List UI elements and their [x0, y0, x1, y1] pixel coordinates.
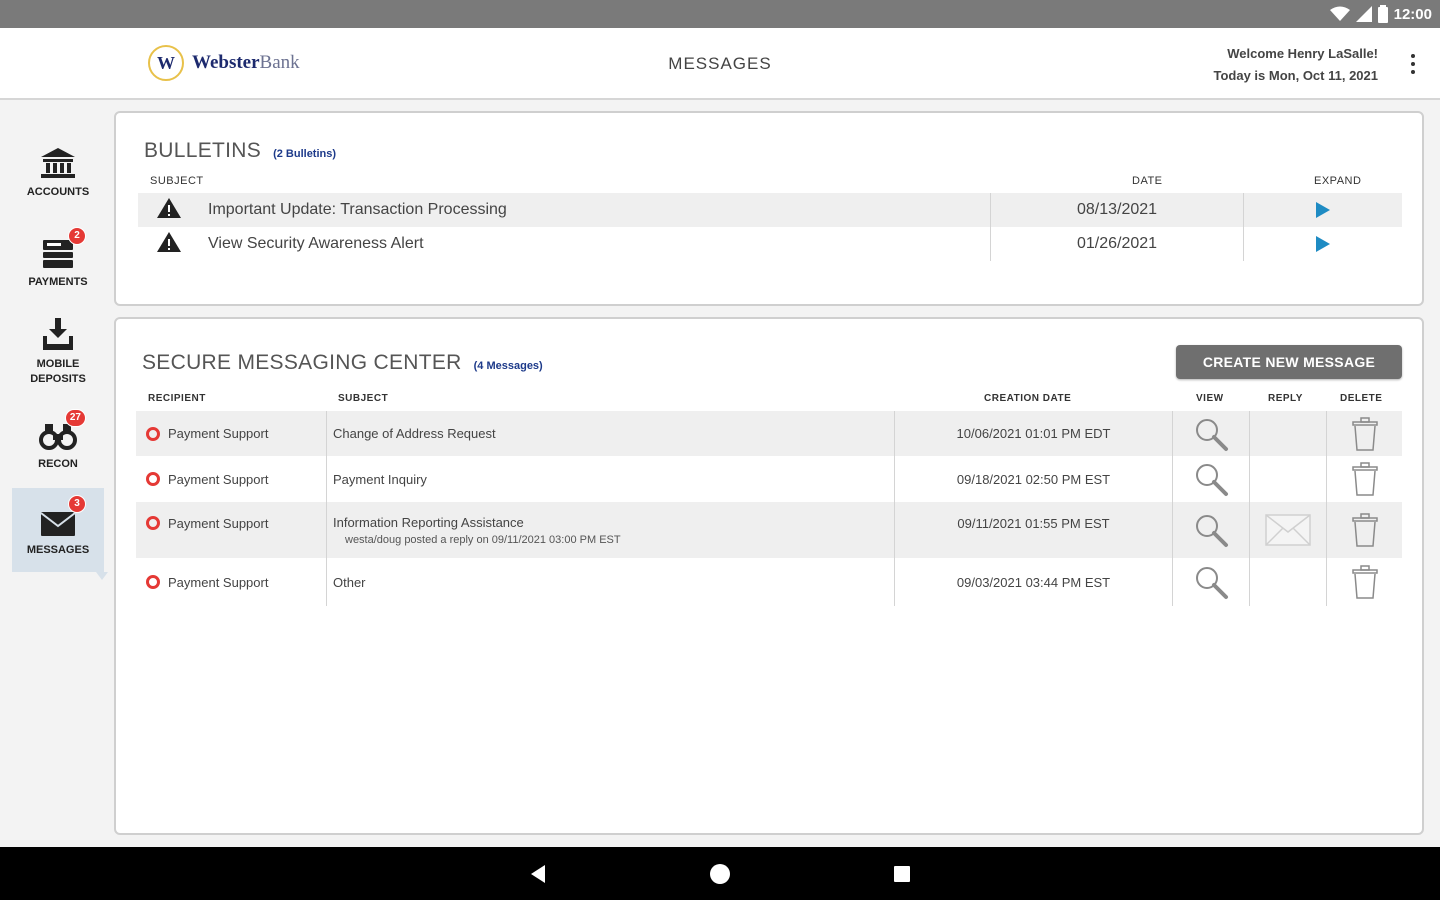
- col-subject: SUBJECT: [338, 393, 389, 404]
- bulletins-title: BULLETINS: [144, 139, 262, 162]
- welcome-text: Welcome Henry LaSalle!: [1227, 46, 1378, 61]
- bulletins-header: BULLETINS (2 Bulletins): [144, 139, 336, 163]
- wifi-icon: [1329, 6, 1350, 21]
- view-magnifier-icon[interactable]: [1173, 411, 1249, 456]
- bulletins-col-expand: EXPAND: [1314, 175, 1362, 187]
- sidebar-item-payments[interactable]: 2 PAYMENTS: [12, 220, 104, 304]
- sidebar-item-label: RECON: [38, 457, 78, 470]
- active-indicator: [96, 572, 108, 580]
- delete-trash-icon[interactable]: [1327, 456, 1402, 502]
- message-reply-note: westa/doug posted a reply on 09/11/2021 …: [345, 533, 621, 546]
- view-magnifier-icon[interactable]: [1173, 456, 1249, 502]
- col-recipient: RECIPIENT: [148, 393, 206, 404]
- sidebar-item-label: MESSAGES: [26, 543, 90, 556]
- reply-cell: [1250, 456, 1326, 502]
- messages-count: (4 Messages): [473, 360, 543, 372]
- reply-envelope-icon[interactable]: [1250, 502, 1326, 558]
- signal-icon: [1355, 6, 1372, 22]
- battery-icon: [1377, 5, 1388, 23]
- unread-indicator-icon: [146, 472, 160, 486]
- bulletin-date: 08/13/2021: [1076, 201, 1158, 218]
- clock: 12:00: [1393, 5, 1432, 23]
- message-recipient: Payment Support: [168, 471, 269, 487]
- col-delete: DELETE: [1340, 393, 1383, 404]
- unread-indicator-icon: [146, 426, 160, 441]
- bulletin-row[interactable]: Important Update: Transaction Processing…: [138, 193, 1402, 227]
- message-recipient: Payment Support: [168, 574, 269, 590]
- back-icon[interactable]: [508, 847, 568, 900]
- system-navigation-bar: [0, 847, 1440, 900]
- sidebar-item-messages[interactable]: 3 MESSAGES: [12, 488, 108, 580]
- bulletins-count: (2 Bulletins): [273, 148, 337, 160]
- app-header: W WebsterBank MESSAGES Welcome Henry LaS…: [0, 28, 1440, 100]
- message-row[interactable]: Payment Support Information Reporting As…: [136, 502, 1402, 558]
- message-recipient: Payment Support: [168, 426, 269, 441]
- messages-badge: 3: [68, 494, 86, 513]
- col-creation-date: CREATION DATE: [984, 393, 1072, 404]
- sidebar-item-label: MOBILE DEPOSITS: [30, 358, 86, 385]
- expand-arrow-icon[interactable]: [1244, 201, 1402, 219]
- col-view: VIEW: [1196, 393, 1224, 404]
- today-date: Today is Mon, Oct 11, 2021: [1213, 68, 1379, 83]
- welcome-block: Welcome Henry LaSalle! Today is Mon, Oct…: [1214, 43, 1379, 87]
- message-date: 09/03/2021 03:44 PM EST: [956, 574, 1111, 590]
- reply-cell: [1250, 411, 1326, 456]
- delete-trash-icon[interactable]: [1327, 558, 1402, 606]
- message-date: 09/11/2021 01:55 PM EST: [957, 516, 1110, 531]
- message-subject: Other: [333, 574, 366, 590]
- message-date: 10/06/2021 01:01 PM EDT: [956, 426, 1111, 441]
- message-date: 09/18/2021 02:50 PM EST: [956, 471, 1111, 487]
- bank-icon: [41, 147, 75, 178]
- view-magnifier-icon[interactable]: [1173, 558, 1249, 606]
- bulletin-date: 01/26/2021: [1076, 235, 1158, 252]
- expand-arrow-icon[interactable]: [1244, 235, 1402, 253]
- sidebar-item-label: PAYMENTS: [28, 275, 88, 288]
- message-row[interactable]: Payment Support Other 09/03/2021 03:44 P…: [136, 558, 1402, 606]
- bulletin-row[interactable]: View Security Awareness Alert 01/26/2021: [138, 227, 1402, 261]
- sidebar-item-label: ACCOUNTS: [26, 185, 90, 198]
- message-subject: Payment Inquiry: [333, 471, 427, 487]
- col-reply: REPLY: [1268, 393, 1303, 404]
- sidebar-item-accounts[interactable]: ACCOUNTS: [12, 130, 104, 214]
- sidebar-nav: ACCOUNTS 2 PAYMENTS MOBILE DEPOSITS 27 R…: [0, 102, 108, 847]
- unread-indicator-icon: [146, 575, 160, 589]
- message-subject: Information Reporting Assistance: [333, 514, 524, 530]
- bulletin-subject: View Security Awareness Alert: [208, 235, 424, 252]
- secure-messaging-title: SECURE MESSAGING CENTER: [142, 351, 462, 374]
- sidebar-item-recon[interactable]: 27 RECON: [12, 402, 104, 486]
- delete-trash-icon[interactable]: [1327, 502, 1402, 558]
- reply-cell: [1250, 558, 1326, 606]
- home-icon[interactable]: [690, 847, 750, 900]
- bulletin-subject: Important Update: Transaction Processing: [208, 201, 507, 218]
- status-bar: 12:00: [0, 0, 1440, 28]
- payments-badge: 2: [68, 226, 86, 245]
- mobile-deposit-icon: [43, 318, 73, 350]
- secure-messaging-panel: SECURE MESSAGING CENTER (4 Messages) CRE…: [114, 317, 1424, 835]
- recon-badge: 27: [64, 408, 86, 427]
- unread-indicator-icon: [146, 516, 160, 530]
- overflow-menu-icon[interactable]: [1406, 52, 1420, 76]
- view-magnifier-icon[interactable]: [1173, 502, 1249, 558]
- secure-messaging-header: SECURE MESSAGING CENTER (4 Messages): [142, 351, 543, 375]
- bulletins-panel: BULLETINS (2 Bulletins) SUBJECT DATE EXP…: [114, 111, 1424, 306]
- message-row[interactable]: Payment Support Payment Inquiry 09/18/20…: [136, 456, 1402, 502]
- warning-icon: [156, 197, 184, 224]
- recents-icon[interactable]: [872, 847, 932, 900]
- message-recipient: Payment Support: [168, 516, 269, 531]
- sidebar-item-mobile-deposits[interactable]: MOBILE DEPOSITS: [12, 310, 104, 394]
- bulletins-col-subject: SUBJECT: [150, 175, 204, 187]
- create-new-message-button[interactable]: CREATE NEW MESSAGE: [1176, 345, 1402, 379]
- message-subject: Change of Address Request: [333, 426, 496, 441]
- bulletins-col-date: DATE: [1132, 175, 1163, 187]
- delete-trash-icon[interactable]: [1327, 411, 1402, 456]
- message-row[interactable]: Payment Support Change of Address Reques…: [136, 411, 1402, 456]
- warning-icon: [156, 231, 184, 258]
